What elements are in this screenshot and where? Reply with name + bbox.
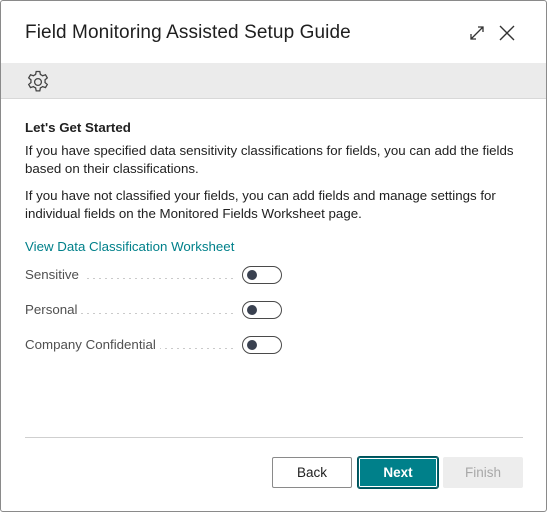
sensitive-toggle[interactable] — [242, 266, 282, 284]
option-row-company-confidential: Company Confidential — [25, 336, 282, 356]
dialog-header: Field Monitoring Assisted Setup Guide — [1, 1, 546, 63]
setup-guide-dialog: Field Monitoring Assisted Setup Guide Le… — [0, 0, 547, 512]
expand-button[interactable] — [465, 21, 489, 45]
intro-paragraph-1: If you have specified data sensitivity c… — [25, 143, 514, 176]
expand-icon — [470, 26, 484, 40]
close-button[interactable] — [495, 21, 519, 45]
option-label: Company Confidential — [25, 337, 160, 352]
dialog-title: Field Monitoring Assisted Setup Guide — [25, 22, 351, 43]
view-data-classification-worksheet-link[interactable]: View Data Classification Worksheet — [25, 238, 234, 256]
option-row-sensitive: Sensitive — [25, 266, 282, 286]
close-icon — [499, 25, 515, 41]
intro-paragraph-2: If you have not classified your fields, … — [25, 188, 496, 221]
company-confidential-toggle[interactable] — [242, 336, 282, 354]
gear-icon[interactable] — [25, 69, 51, 95]
finish-button: Finish — [443, 457, 523, 488]
option-row-personal: Personal — [25, 301, 282, 321]
intro-section: Let's Get Started If you have specified … — [25, 119, 525, 256]
toggle-knob — [247, 305, 257, 315]
footer-divider — [25, 437, 523, 438]
toggle-knob — [247, 340, 257, 350]
toggle-knob — [247, 270, 257, 280]
option-label: Personal — [25, 302, 82, 317]
personal-toggle[interactable] — [242, 301, 282, 319]
section-title: Let's Get Started — [25, 120, 131, 135]
back-button[interactable]: Back — [272, 457, 352, 488]
next-button[interactable]: Next — [357, 456, 439, 489]
option-label: Sensitive — [25, 267, 83, 282]
action-bar — [1, 63, 546, 99]
